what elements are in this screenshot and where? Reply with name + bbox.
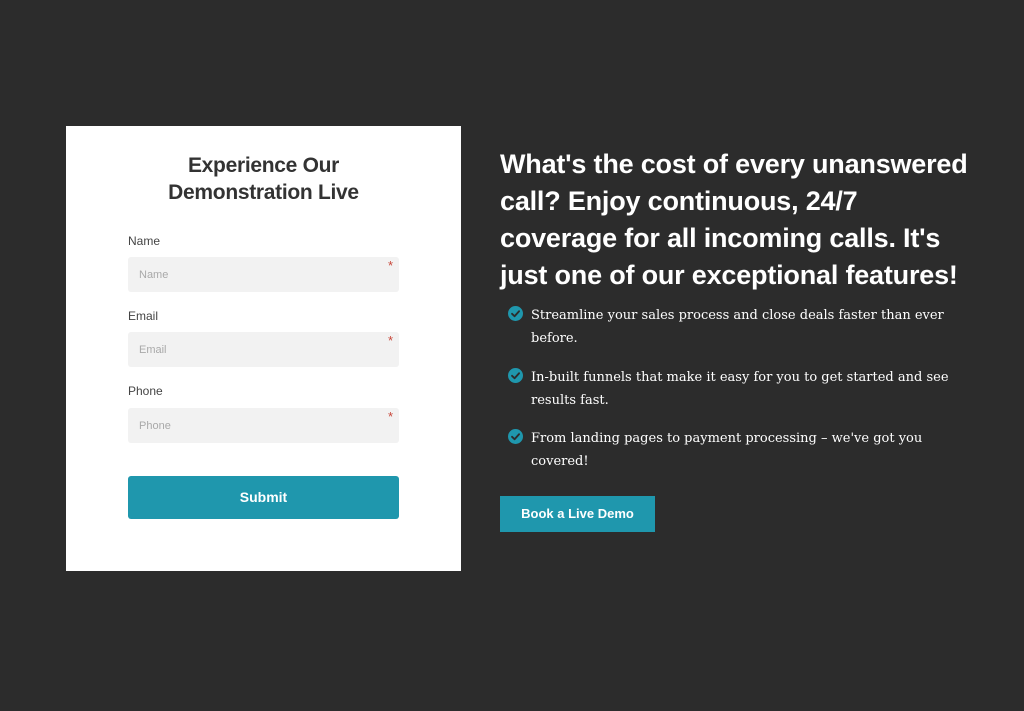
feature-text: In-built funnels that make it easy for y… — [531, 370, 949, 408]
phone-label: Phone — [128, 384, 163, 398]
feature-text: From landing pages to payment processing… — [531, 431, 923, 469]
name-field[interactable] — [128, 257, 399, 292]
check-circle-icon — [508, 429, 523, 444]
email-field-wrapper: * — [128, 332, 399, 367]
submit-button[interactable]: Submit — [128, 476, 399, 519]
name-label: Name — [128, 234, 161, 248]
demo-form-card: Experience Our Demonstration Live Name *… — [66, 126, 461, 571]
form-title: Experience Our Demonstration Live — [66, 152, 461, 206]
feature-text: Streamline your sales process and close … — [531, 308, 944, 346]
form-title-line1: Experience Our — [187, 154, 340, 177]
promo-headline: What's the cost of every unanswered call… — [500, 149, 968, 290]
phone-field-wrapper: * — [128, 408, 399, 443]
email-field[interactable] — [128, 332, 399, 367]
required-asterisk: * — [387, 409, 393, 424]
email-label: Email — [128, 309, 159, 323]
check-circle-icon — [508, 306, 523, 321]
name-field-wrapper: * — [128, 257, 399, 292]
form-title-line2: Demonstration Live — [168, 181, 359, 204]
check-circle-icon — [508, 368, 523, 383]
book-demo-button[interactable]: Book a Live Demo — [500, 496, 655, 532]
required-asterisk: * — [387, 258, 393, 273]
required-asterisk: * — [387, 333, 393, 348]
phone-field[interactable] — [128, 408, 399, 443]
